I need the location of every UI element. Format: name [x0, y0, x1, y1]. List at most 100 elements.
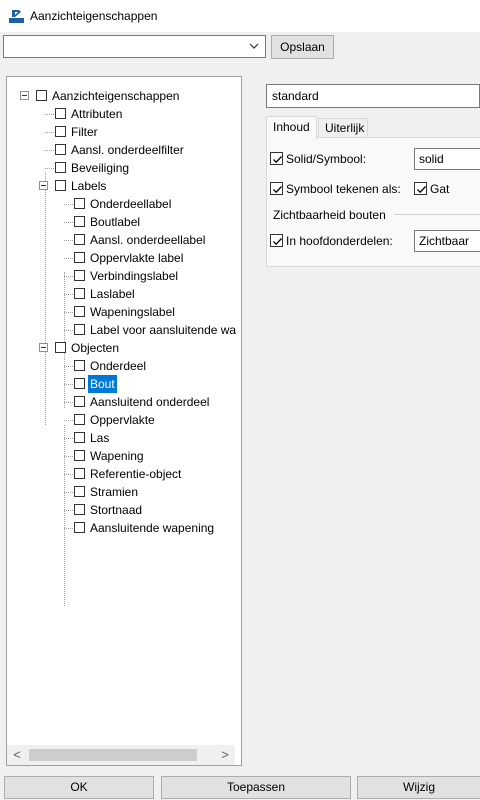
settings-name-input[interactable]: standard — [266, 84, 480, 108]
tree-item-label: Onderdeellabel — [90, 197, 172, 211]
tree-item-checkbox[interactable] — [55, 144, 66, 155]
tree-item-label-bolt[interactable]: Boutlabel — [7, 213, 237, 231]
solid-symbol-checkbox[interactable] — [270, 152, 283, 165]
tree-item-checkbox[interactable] — [74, 234, 85, 245]
tree-item-checkbox[interactable] — [55, 108, 66, 119]
tree-item-checkbox[interactable] — [74, 270, 85, 281]
tree-item-checkbox[interactable] — [74, 468, 85, 479]
hole-label: Gat — [430, 182, 450, 196]
tree-item-label: Attributen — [71, 107, 123, 121]
tree-item-object-grid[interactable]: Stramien — [7, 483, 237, 501]
tree-item-checkbox[interactable] — [55, 162, 66, 173]
tree-item-checkbox[interactable] — [74, 324, 85, 335]
tree-item-checkbox[interactable] — [74, 486, 85, 497]
tree-item-checkbox[interactable] — [74, 450, 85, 461]
tree-root-label: Aanzichteigenschappen — [52, 89, 180, 103]
tree-item-label: Wapeningslabel — [90, 305, 175, 319]
tree-item-label: Laslabel — [90, 287, 135, 301]
tree-item-object-pour-break[interactable]: Stortnaad — [7, 501, 237, 519]
draw-symbol-checkbox[interactable] — [270, 182, 283, 195]
tree-group-checkbox[interactable] — [55, 342, 66, 353]
checkmark-icon — [273, 156, 282, 164]
hole-checkbox[interactable] — [414, 182, 427, 195]
tree-item-object-part[interactable]: Onderdeel — [7, 357, 237, 375]
tree-item-label: Las — [90, 431, 110, 445]
modify-button[interactable]: Wijzig — [357, 776, 480, 799]
tree-item-label-connected-rebar[interactable]: Label voor aansluitende wa — [7, 321, 237, 339]
tree-item-checkbox[interactable] — [74, 216, 85, 227]
tree-item-label-rebar[interactable]: Wapeningslabel — [7, 303, 237, 321]
save-button[interactable]: Opslaan — [271, 35, 334, 59]
tree-item-checkbox[interactable] — [74, 414, 85, 425]
in-main-parts-checkbox[interactable] — [270, 234, 283, 247]
tree-item-object-weld[interactable]: Las — [7, 429, 237, 447]
tree-item-object-connected-rebar[interactable]: Aansluitende wapening — [7, 519, 237, 537]
ok-button[interactable]: OK — [4, 776, 154, 799]
tree-item-checkbox[interactable] — [74, 522, 85, 533]
tree-item-checkbox[interactable] — [74, 360, 85, 371]
tree-item-checkbox[interactable] — [74, 252, 85, 263]
tree-item-label: Label voor aansluitende wa — [90, 323, 237, 337]
in-main-parts-dropdown[interactable]: Zichtbaar — [414, 230, 480, 252]
solid-symbol-label: Solid/Symbool: — [286, 152, 367, 166]
tree-item-label: Boutlabel — [90, 215, 141, 229]
tab-uiterlijk[interactable]: Uiterlijk — [318, 118, 368, 138]
draw-symbol-label: Symbool tekenen als: — [286, 182, 401, 196]
window-title: Aanzichteigenschappen — [30, 9, 158, 23]
collapse-icon[interactable] — [20, 91, 29, 100]
tree-item-checkbox[interactable] — [74, 288, 85, 299]
tree-item-label-connected-part[interactable]: Aansl. onderdeellabel — [7, 231, 237, 249]
tree-item-label: Oppervlakte label — [90, 251, 184, 265]
tree-item-checkbox[interactable] — [74, 198, 85, 209]
tree-item-label: Aansluitend onderdeel — [90, 395, 210, 409]
tree-group-label: Labels — [71, 179, 107, 193]
tree-group-label: Objecten — [71, 341, 120, 355]
tree-item-label-weld[interactable]: Laslabel — [7, 285, 237, 303]
tree-item-filter[interactable]: Filter — [7, 123, 237, 141]
scrollbar-thumb[interactable] — [29, 749, 197, 761]
tree-item-label-connection[interactable]: Verbindingslabel — [7, 267, 237, 285]
tree-item-label: Beveiliging — [71, 161, 130, 175]
bolt-visibility-group-title: Zichtbaarheid bouten — [273, 208, 386, 222]
group-divider — [394, 214, 480, 215]
scroll-right-icon[interactable]: > — [215, 745, 235, 765]
tree-item-label: Wapening — [90, 449, 144, 463]
tree-item-label: Aansl. onderdeellabel — [90, 233, 206, 247]
scroll-left-icon[interactable]: < — [7, 745, 27, 765]
tree-item-checkbox[interactable] — [74, 306, 85, 317]
tree-item-checkbox[interactable] — [74, 396, 85, 407]
solid-symbol-dropdown[interactable]: solid — [414, 148, 480, 170]
tree-item-security[interactable]: Beveiliging — [7, 159, 237, 177]
tab-inhoud[interactable]: Inhoud — [266, 116, 317, 139]
apply-button[interactable]: Toepassen — [161, 776, 351, 799]
tree-item-object-reference[interactable]: Referentie-object — [7, 465, 237, 483]
properties-tree[interactable]: Aanzichteigenschappen Attributen Filter … — [6, 76, 242, 766]
tree-item-label-selected: Bout — [88, 375, 117, 393]
checkmark-icon — [273, 238, 282, 246]
tree-item-part-filter[interactable]: Aansl. onderdeelfilter — [7, 141, 237, 159]
tree-item-checkbox[interactable] — [74, 378, 85, 389]
tree-item-label: Aansl. onderdeelfilter — [71, 143, 184, 157]
tree-item-object-rebar[interactable]: Wapening — [7, 447, 237, 465]
tree-item-checkbox[interactable] — [74, 504, 85, 515]
tree-item-label: Referentie-object — [90, 467, 182, 481]
tree-item-label-surface[interactable]: Oppervlakte label — [7, 249, 237, 267]
tree-item-checkbox[interactable] — [74, 432, 85, 443]
tree-item-attributen[interactable]: Attributen — [7, 105, 237, 123]
tree-item-object-connected-part[interactable]: Aansluitend onderdeel — [7, 393, 237, 411]
collapse-icon[interactable] — [39, 181, 48, 190]
tree-item-object-surface[interactable]: Oppervlakte — [7, 411, 237, 429]
tree-root-checkbox[interactable] — [36, 90, 47, 101]
chevron-down-icon[interactable] — [248, 40, 260, 52]
tree-group-objects[interactable]: Objecten — [7, 339, 237, 357]
tree-item-label-part[interactable]: Onderdeellabel — [7, 195, 237, 213]
tree-item-label: Stramien — [90, 485, 139, 499]
tree-item-object-bolt[interactable]: Bout — [7, 375, 237, 393]
collapse-icon[interactable] — [39, 343, 48, 352]
tree-group-labels[interactable]: Labels — [7, 177, 237, 195]
tree-item-checkbox[interactable] — [55, 126, 66, 137]
settings-dropdown[interactable] — [3, 35, 266, 58]
tree-item-label: Stortnaad — [90, 503, 143, 517]
tree-group-checkbox[interactable] — [55, 180, 66, 191]
tree-root[interactable]: Aanzichteigenschappen — [7, 87, 237, 105]
